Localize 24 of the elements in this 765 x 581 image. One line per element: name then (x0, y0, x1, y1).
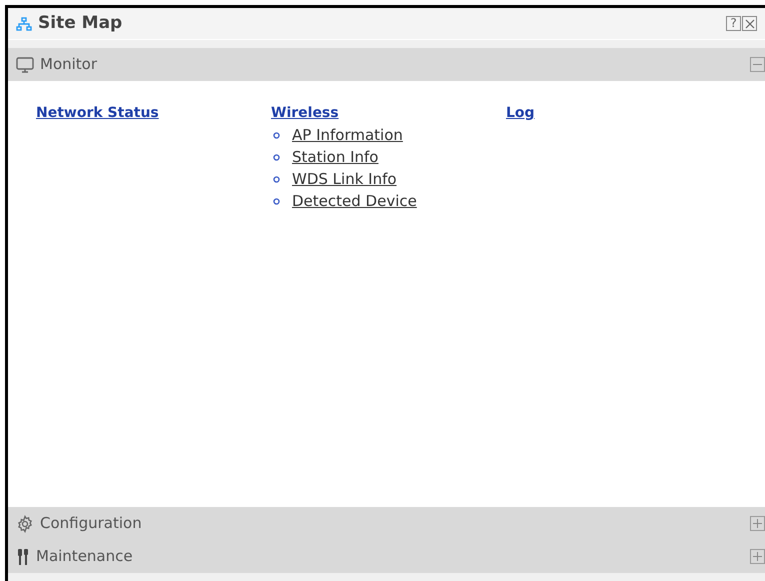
window-title: Site Map (38, 12, 122, 35)
sitemap-icon (16, 16, 32, 30)
bullet-icon (273, 154, 280, 160)
help-button[interactable]: ? (726, 16, 741, 31)
bullet-icon (273, 132, 280, 138)
bullet-icon (273, 198, 280, 204)
page-link[interactable]: Station Info (292, 146, 378, 168)
gear-icon (16, 514, 34, 532)
section-header[interactable]: Monitor (8, 48, 765, 81)
section-link[interactable]: Log (506, 103, 535, 124)
page-link[interactable]: WDS Link Info (292, 168, 397, 190)
expand-icon[interactable] (750, 549, 765, 564)
collapse-icon[interactable] (750, 57, 765, 72)
section-header[interactable]: Configuration (8, 507, 765, 540)
page-link[interactable]: AP Information (292, 124, 403, 146)
section-header[interactable]: Maintenance (8, 540, 765, 573)
monitor-icon (16, 56, 34, 72)
tools-icon (16, 548, 30, 566)
close-button[interactable] (742, 16, 757, 31)
section-link[interactable]: Network Status (36, 103, 159, 124)
section-link[interactable]: Wireless (271, 103, 339, 124)
page-link[interactable]: Detected Device (292, 190, 417, 212)
bullet-icon (273, 176, 280, 182)
expand-icon[interactable] (750, 516, 765, 531)
